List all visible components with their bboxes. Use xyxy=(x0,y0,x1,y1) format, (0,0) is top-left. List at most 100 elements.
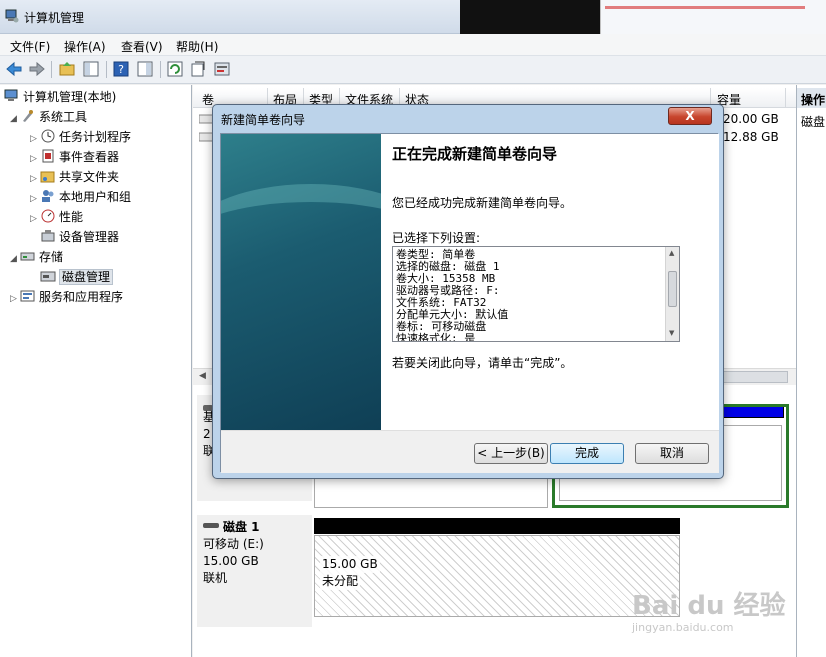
back-button[interactable]: < 上一步(B) xyxy=(474,443,548,464)
tree-label-root: 计算机管理(本地) xyxy=(23,90,117,104)
collapse-arrow-icon[interactable]: ◢ xyxy=(10,249,20,269)
tree-item-root[interactable]: 计算机管理(本地) xyxy=(4,87,116,107)
wizard-selected-label: 已选择下列设置: xyxy=(392,231,481,245)
expand-arrow-icon[interactable]: ▷ xyxy=(30,169,40,189)
tree-label-event-viewer: 事件查看器 xyxy=(59,150,120,164)
expand-arrow-icon[interactable]: ▷ xyxy=(30,129,40,149)
volume-capacity: 20.00 GB xyxy=(723,112,779,126)
volume-capacity: 12.88 GB xyxy=(723,130,779,144)
back-arrow-icon[interactable] xyxy=(5,60,23,78)
scroll-thumb[interactable] xyxy=(718,371,788,383)
scroll-left-icon[interactable]: ◀ xyxy=(199,371,206,381)
refresh-icon[interactable] xyxy=(166,60,184,78)
wizard-close-hint: 若要关闭此向导，请单击“完成”。 xyxy=(392,356,573,370)
menu-view[interactable]: 查看(V) xyxy=(121,38,163,55)
finish-button[interactable]: 完成 xyxy=(550,443,624,464)
setting-line: 快速格式化: 是 xyxy=(396,332,476,342)
dialog-body: 正在完成新建简单卷向导 您已经成功完成新建简单卷向导。 已选择下列设置: 卷类型… xyxy=(220,133,719,473)
shared-folder-icon xyxy=(40,171,55,183)
tree-item-system-tools[interactable]: ◢ 系统工具 xyxy=(10,107,87,127)
disk1-unallocated-bar xyxy=(314,518,680,534)
disk1-size: 15.00 GB xyxy=(203,554,259,568)
new-simple-volume-wizard: 新建简单卷向导 X 正在完成新建简单卷向导 您已经成功完成新建简单卷向导。 已选… xyxy=(212,104,724,479)
tree-label-local-users: 本地用户和组 xyxy=(59,190,132,204)
tree-item-device-manager[interactable]: 设备管理器 xyxy=(40,227,119,247)
expand-arrow-icon[interactable]: ▷ xyxy=(30,149,40,169)
computer-management-icon xyxy=(5,9,19,23)
watermark-brand: Bai du 经验 xyxy=(632,591,786,621)
disk1-unallocated-partition[interactable]: 15.00 GB 未分配 xyxy=(314,535,680,617)
tree-item-disk-management[interactable]: 磁盘管理 xyxy=(40,267,114,287)
tree-label-performance: 性能 xyxy=(59,210,84,224)
wizard-heading: 正在完成新建简单卷向导 xyxy=(392,145,558,163)
actions-header: 操作 xyxy=(797,88,826,108)
navigation-tree: 计算机管理(本地) ◢ 系统工具 ▷ 任务计划程序 ▷ 事件查看器 ▷ 共享文件夹 ▷ 本… xyxy=(0,85,192,657)
help-icon[interactable]: ? xyxy=(112,60,130,78)
clock-icon xyxy=(41,129,55,143)
volume-icon xyxy=(199,132,213,142)
background-window-strip xyxy=(460,0,600,34)
up-folder-icon[interactable] xyxy=(58,60,76,78)
tree-label-services: 服务和应用程序 xyxy=(39,290,124,304)
partition-state: 未分配 xyxy=(320,573,361,590)
tree-label-device-manager: 设备管理器 xyxy=(59,230,120,244)
tree-item-local-users[interactable]: ▷ 本地用户和组 xyxy=(30,187,131,207)
event-log-icon xyxy=(42,149,54,163)
tree-item-services[interactable]: ▷ 服务和应用程序 xyxy=(10,287,123,307)
disk-management-icon xyxy=(40,271,56,282)
cancel-button[interactable]: 取消 xyxy=(635,443,709,464)
tree-item-performance[interactable]: ▷ 性能 xyxy=(30,207,83,227)
scroll-down-icon[interactable]: ▼ xyxy=(669,329,674,337)
wizard-side-banner xyxy=(221,134,381,430)
disk1-name: 磁盘 1 xyxy=(223,520,260,534)
export-list-icon[interactable] xyxy=(189,60,207,78)
tree-label-storage: 存储 xyxy=(39,250,64,264)
tools-icon xyxy=(23,110,33,122)
performance-icon xyxy=(41,209,55,223)
volume-icon xyxy=(199,114,213,124)
menu-bar: 文件(F) 操作(A) 查看(V) 帮助(H) xyxy=(0,34,826,56)
watermark-url: jingyan.baidu.com xyxy=(632,621,734,634)
tree-item-storage[interactable]: ◢ 存储 xyxy=(10,247,63,267)
svg-text:?: ? xyxy=(118,63,124,76)
expand-arrow-icon[interactable]: ▷ xyxy=(30,209,40,229)
collapse-arrow-icon[interactable]: ◢ xyxy=(10,109,20,129)
wizard-success-text: 您已经成功完成新建简单卷向导。 xyxy=(392,196,573,210)
tree-label-system-tools: 系统工具 xyxy=(39,110,88,124)
tree-label-task-scheduler: 任务计划程序 xyxy=(59,130,132,144)
dialog-title: 新建简单卷向导 xyxy=(221,113,306,127)
expand-arrow-icon[interactable]: ▷ xyxy=(30,189,40,209)
actions-pane: 操作 磁盘 xyxy=(796,85,826,657)
background-window xyxy=(600,0,826,34)
expand-arrow-icon[interactable]: ▷ xyxy=(10,289,20,309)
tree-item-event-viewer[interactable]: ▷ 事件查看器 xyxy=(30,147,119,167)
disk1-info[interactable]: 磁盘 1 可移动 (E:) 15.00 GB 联机 xyxy=(197,515,312,627)
show-hide-tree-icon[interactable] xyxy=(82,60,100,78)
settings-scrollbar[interactable]: ▲ ▼ xyxy=(665,247,679,341)
disk1-state: 联机 xyxy=(203,571,228,585)
users-icon xyxy=(42,190,54,202)
close-button[interactable]: X xyxy=(668,107,712,125)
menu-file[interactable]: 文件(F) xyxy=(10,38,50,55)
actions-item-disk[interactable]: 磁盘 xyxy=(801,113,825,130)
title-bar: 计算机管理 xyxy=(0,0,826,34)
device-manager-icon xyxy=(41,230,55,242)
disk-properties-icon[interactable] xyxy=(213,60,231,78)
wizard-content: 正在完成新建简单卷向导 您已经成功完成新建简单卷向导。 已选择下列设置: 卷类型… xyxy=(381,134,719,430)
tree-item-task-scheduler[interactable]: ▷ 任务计划程序 xyxy=(30,127,131,147)
tree-item-shared-folders[interactable]: ▷ 共享文件夹 xyxy=(30,167,119,187)
window-title: 计算机管理 xyxy=(24,11,85,25)
services-icon xyxy=(20,290,35,302)
settings-summary-box[interactable]: 卷类型: 简单卷 选择的磁盘: 磁盘 1 卷大小: 15358 MB 驱动器号或… xyxy=(392,246,680,342)
settings-scroll-thumb[interactable] xyxy=(668,271,677,307)
baidu-watermark: Bai du 经验 jingyan.baidu.com xyxy=(632,585,802,635)
removable-disk-icon xyxy=(203,523,219,528)
properties-pane-icon[interactable] xyxy=(136,60,154,78)
partition-size: 15.00 GB xyxy=(320,556,380,573)
menu-action[interactable]: 操作(A) xyxy=(64,38,106,55)
scroll-up-icon[interactable]: ▲ xyxy=(669,249,674,257)
computer-icon xyxy=(4,89,18,101)
tree-label-shared-folders: 共享文件夹 xyxy=(59,170,120,184)
menu-help[interactable]: 帮助(H) xyxy=(176,38,218,55)
forward-arrow-icon[interactable] xyxy=(28,60,46,78)
